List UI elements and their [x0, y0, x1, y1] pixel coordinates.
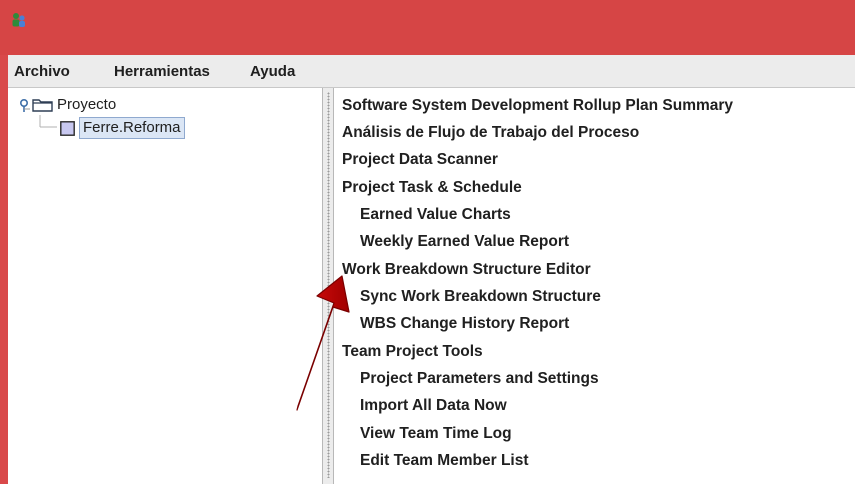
- tree-child-label[interactable]: Ferre.Reforma: [79, 117, 185, 139]
- scripts-list-pane: Software System Development Rollup Plan …: [334, 88, 855, 484]
- script-item[interactable]: Earned Value Charts: [360, 205, 511, 227]
- menu-bar: Archivo Herramientas Ayuda: [8, 55, 855, 88]
- application-window: Archivo Herramientas Ayuda Proyecto Ferr…: [0, 0, 855, 484]
- splitter-grip-icon[interactable]: [327, 92, 330, 478]
- tree-child-row[interactable]: Ferre.Reforma: [8, 117, 308, 139]
- script-item[interactable]: Work Breakdown Structure Editor: [342, 260, 591, 282]
- script-item[interactable]: View Team Time Log: [360, 424, 512, 446]
- folder-icon: [32, 99, 53, 112]
- script-item[interactable]: Project Data Scanner: [342, 150, 498, 172]
- tree-root-label: Proyecto: [57, 96, 117, 113]
- tree-root-row[interactable]: Proyecto: [8, 94, 308, 116]
- script-item[interactable]: Weekly Earned Value Report: [360, 232, 569, 254]
- script-item[interactable]: Sync Work Breakdown Structure: [360, 287, 601, 309]
- script-item[interactable]: Project Parameters and Settings: [360, 369, 599, 391]
- menu-archivo[interactable]: Archivo: [14, 63, 70, 81]
- script-item[interactable]: Análisis de Flujo de Trabajo del Proceso: [342, 123, 639, 145]
- script-item[interactable]: Team Project Tools: [342, 342, 483, 364]
- client-area: Archivo Herramientas Ayuda Proyecto Ferr…: [8, 55, 855, 484]
- project-tree-pane: Proyecto Ferre.Reforma: [8, 88, 322, 484]
- tree-expand-handle-icon[interactable]: [18, 98, 30, 112]
- script-item[interactable]: Project Task & Schedule: [342, 178, 522, 200]
- node-square-icon: [60, 121, 75, 136]
- script-item[interactable]: Edit Team Member List: [360, 451, 529, 473]
- script-item[interactable]: WBS Change History Report: [360, 314, 569, 336]
- script-item[interactable]: Import All Data Now: [360, 396, 507, 418]
- menu-herramientas[interactable]: Herramientas: [114, 63, 210, 81]
- script-item[interactable]: Software System Development Rollup Plan …: [342, 96, 733, 118]
- menu-ayuda[interactable]: Ayuda: [250, 63, 295, 81]
- app-people-icon: [12, 13, 25, 27]
- title-bar: [0, 0, 855, 55]
- pane-splitter[interactable]: [322, 88, 334, 484]
